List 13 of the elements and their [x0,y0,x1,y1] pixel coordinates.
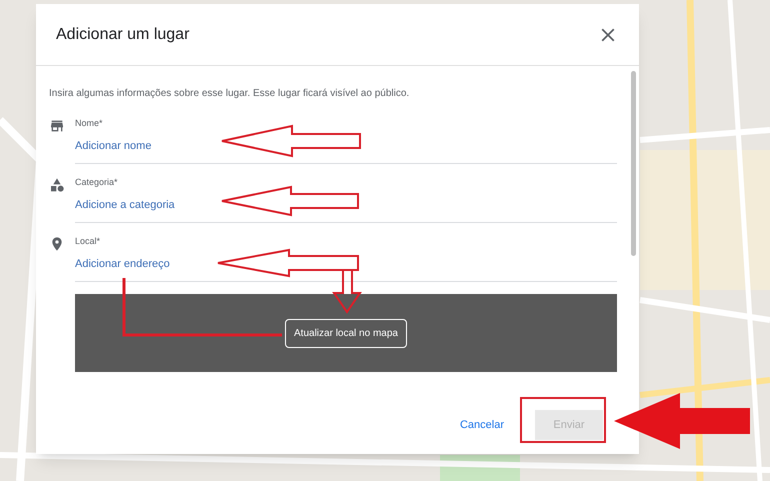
input-field[interactable]: Adicionar endereço [75,257,617,271]
field-label: Nome* [75,117,104,129]
update-location-button[interactable]: Atualizar local no mapa [285,318,407,348]
dialog-title: Adicionar um lugar [56,24,190,44]
shapes-icon [49,177,65,193]
input-field[interactable]: Adicione a categoria [75,198,617,212]
field-label: Local* [75,235,102,247]
scrollbar[interactable] [631,71,636,256]
store-icon [49,118,65,134]
intro-text: Insira algumas informações sobre esse lugar. Esse lugar ficará visível ao público. [49,87,410,101]
input-field[interactable]: Adicionar nome [75,139,617,153]
cancel-button[interactable]: Cancelar [460,416,504,434]
field-label: Categoria* [75,176,119,188]
